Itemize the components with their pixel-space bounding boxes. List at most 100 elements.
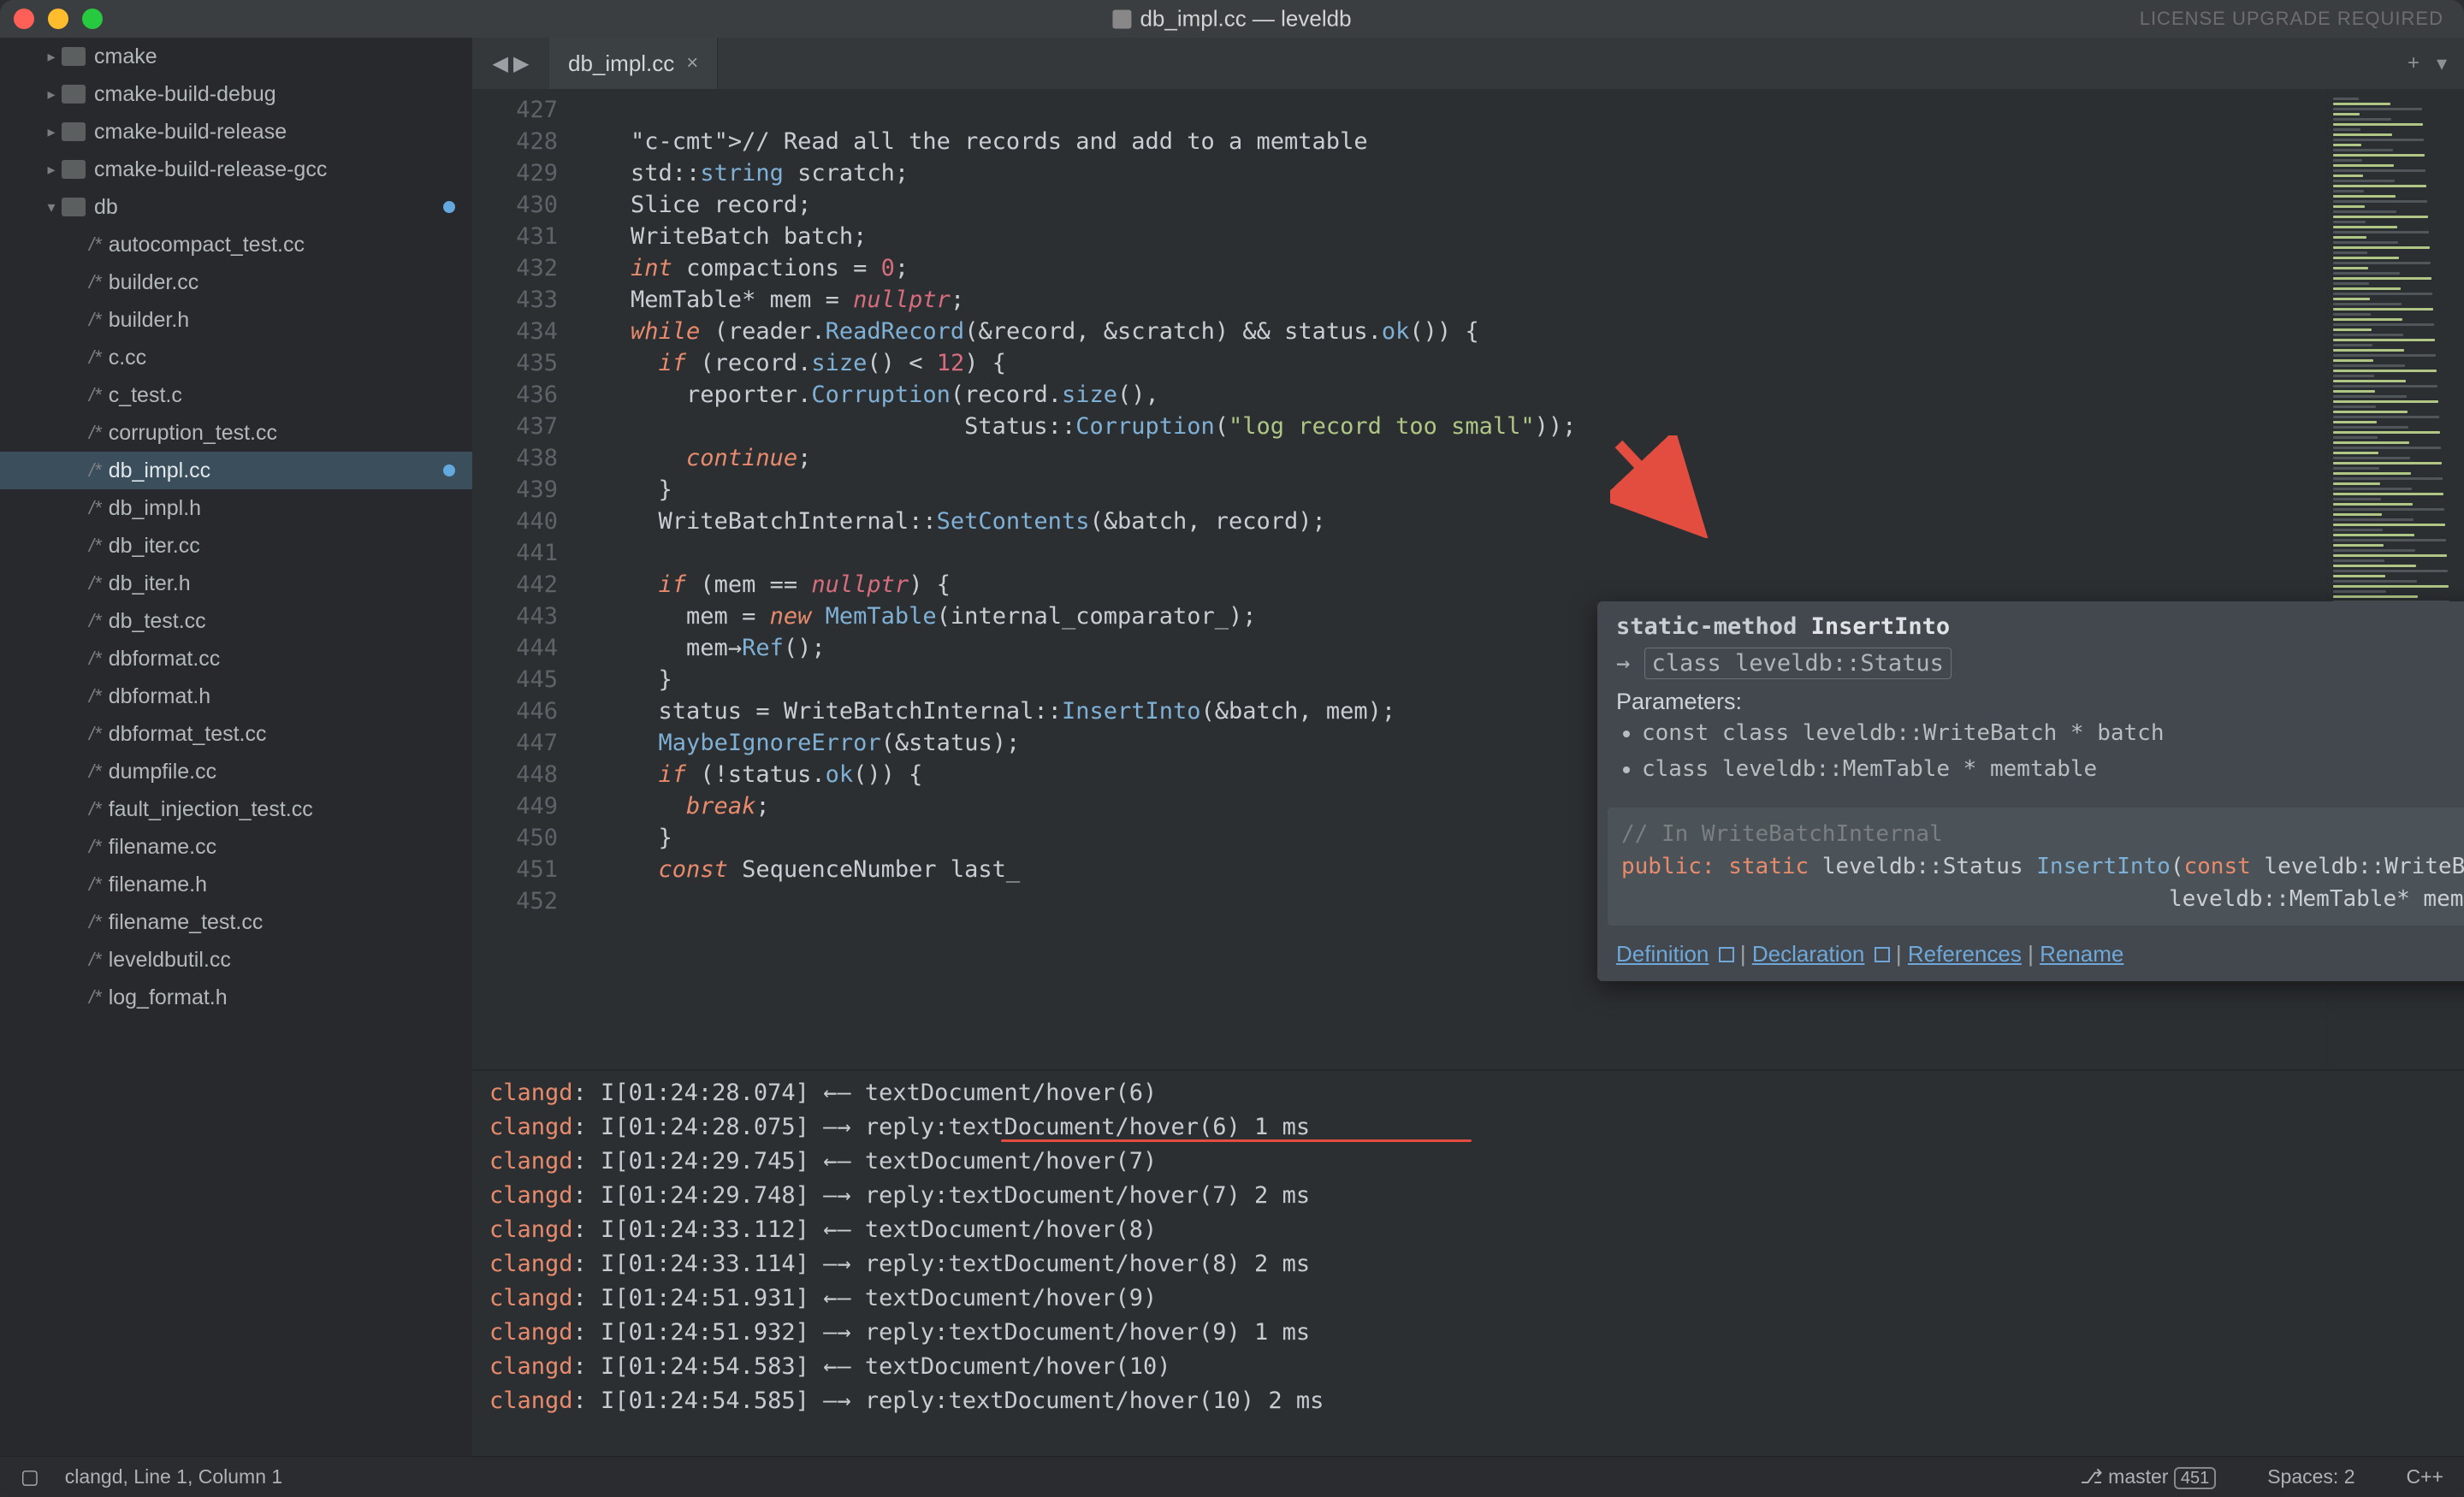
file-leveldbutil.cc[interactable]: /*leveldbutil.cc bbox=[0, 941, 472, 979]
line-number: 428 bbox=[472, 126, 558, 157]
file-dbformat.h[interactable]: /*dbformat.h bbox=[0, 677, 472, 715]
minimap-line bbox=[2333, 436, 2378, 439]
status-indent[interactable]: Spaces: 2 bbox=[2267, 1465, 2354, 1488]
code-line[interactable]: std::string scratch; bbox=[575, 157, 2327, 189]
hover-link-definition[interactable]: Definition bbox=[1616, 941, 1709, 967]
minimap-line bbox=[2333, 128, 2360, 131]
code-line[interactable]: if (mem == nullptr) { bbox=[575, 569, 2327, 601]
minimap-line bbox=[2333, 175, 2363, 177]
line-number: 433 bbox=[472, 284, 558, 316]
code-line[interactable]: continue; bbox=[575, 442, 2327, 474]
tab-db-impl[interactable]: db_impl.cc × bbox=[549, 38, 718, 89]
hover-tooltip: static-method InsertInto → class leveldb… bbox=[1597, 601, 2464, 981]
file-c.cc[interactable]: /*c.cc bbox=[0, 339, 472, 376]
nav-back-icon[interactable]: ◀ bbox=[493, 51, 508, 76]
code-line[interactable]: int compactions = 0; bbox=[575, 252, 2327, 284]
folder-cmake-build-release-gcc[interactable]: ▸cmake-build-release-gcc bbox=[0, 151, 472, 188]
minimap-line bbox=[2333, 241, 2398, 244]
code-line[interactable]: Status::Corruption("log record too small… bbox=[575, 411, 2327, 442]
close-icon[interactable] bbox=[14, 9, 34, 29]
minimap-line bbox=[2333, 411, 2408, 413]
code-line[interactable]: "c-cmt">// Read all the records and add … bbox=[575, 126, 2327, 157]
file-autocompact_test.cc[interactable]: /*autocompact_test.cc bbox=[0, 226, 472, 263]
app-window: db_impl.cc — leveldb LICENSE UPGRADE REQ… bbox=[0, 0, 2464, 1497]
code-line[interactable]: reporter.Corruption(record.size(), bbox=[575, 379, 2327, 411]
hover-return: → class leveldb::Status bbox=[1597, 645, 2464, 682]
new-tab-icon[interactable]: + bbox=[2408, 51, 2420, 75]
line-number-gutter: 4274284294304314324334344354364374384394… bbox=[472, 89, 575, 1069]
minimap-line bbox=[2333, 493, 2443, 495]
minimap-line bbox=[2333, 267, 2368, 269]
disclosure-icon: ▸ bbox=[41, 161, 62, 179]
minimap-line bbox=[2333, 539, 2446, 541]
line-number: 432 bbox=[472, 252, 558, 284]
code-line[interactable] bbox=[575, 537, 2327, 569]
status-branch[interactable]: ⎇ master 451 bbox=[2080, 1465, 2216, 1488]
file-type-icon: /* bbox=[89, 572, 102, 595]
code-line[interactable]: } bbox=[575, 474, 2327, 506]
file-db_iter.h[interactable]: /*db_iter.h bbox=[0, 565, 472, 602]
hover-link-rename[interactable]: Rename bbox=[2040, 941, 2123, 967]
hover-link-declaration[interactable]: Declaration bbox=[1752, 941, 1865, 967]
file-db_iter.cc[interactable]: /*db_iter.cc bbox=[0, 527, 472, 565]
file-label: db_test.cc bbox=[109, 609, 206, 634]
file-dbformat_test.cc[interactable]: /*dbformat_test.cc bbox=[0, 715, 472, 753]
status-language[interactable]: C++ bbox=[2407, 1465, 2443, 1488]
file-filename.cc[interactable]: /*filename.cc bbox=[0, 828, 472, 866]
code-line[interactable]: MemTable* mem = nullptr; bbox=[575, 284, 2327, 316]
file-log_format.h[interactable]: /*log_format.h bbox=[0, 979, 472, 1016]
sidebar[interactable]: ▸cmake▸cmake-build-debug▸cmake-build-rel… bbox=[0, 38, 472, 1456]
minimap-line bbox=[2333, 262, 2431, 264]
log-line: clangd: I[01:24:54.585] —→ reply:textDoc… bbox=[489, 1384, 2447, 1418]
code-line[interactable]: WriteBatch batch; bbox=[575, 221, 2327, 252]
file-filename.h[interactable]: /*filename.h bbox=[0, 866, 472, 903]
file-db_test.cc[interactable]: /*db_test.cc bbox=[0, 602, 472, 640]
code-line[interactable]: Slice record; bbox=[575, 189, 2327, 221]
minimap-line bbox=[2333, 154, 2425, 157]
folder-cmake-build-release[interactable]: ▸cmake-build-release bbox=[0, 113, 472, 151]
hover-params-label: Parameters: bbox=[1616, 689, 2464, 715]
folder-cmake[interactable]: ▸cmake bbox=[0, 38, 472, 75]
minimap-line bbox=[2333, 133, 2392, 136]
minimap-line bbox=[2333, 113, 2360, 115]
file-dumpfile.cc[interactable]: /*dumpfile.cc bbox=[0, 753, 472, 790]
status-cursor[interactable]: clangd, Line 1, Column 1 bbox=[65, 1465, 282, 1488]
close-tab-icon[interactable]: × bbox=[686, 51, 698, 75]
editor[interactable]: 4274284294304314324334344354364374384394… bbox=[472, 89, 2464, 1069]
code-line[interactable]: WriteBatchInternal::SetContents(&batch, … bbox=[575, 506, 2327, 537]
nav-forward-icon[interactable]: ▶ bbox=[513, 51, 529, 76]
console-panel[interactable]: clangd: I[01:24:28.074] ←— textDocument/… bbox=[472, 1069, 2464, 1456]
code-line[interactable]: if (record.size() < 12) { bbox=[575, 347, 2327, 379]
line-number: 442 bbox=[472, 569, 558, 601]
file-fault_injection_test.cc[interactable]: /*fault_injection_test.cc bbox=[0, 790, 472, 828]
line-number: 434 bbox=[472, 316, 558, 347]
minimap-line bbox=[2333, 221, 2366, 223]
line-number: 452 bbox=[472, 885, 558, 917]
file-type-icon: /* bbox=[89, 309, 102, 331]
minimap-line bbox=[2333, 426, 2408, 429]
maximize-icon[interactable] bbox=[82, 9, 103, 29]
file-builder.cc[interactable]: /*builder.cc bbox=[0, 263, 472, 301]
line-number: 444 bbox=[472, 632, 558, 664]
minimap-line bbox=[2333, 323, 2434, 326]
status-outline-icon[interactable]: ▢ bbox=[21, 1465, 39, 1488]
file-db_impl.cc[interactable]: /*db_impl.cc bbox=[0, 452, 472, 489]
code-line[interactable]: while (reader.ReadRecord(&record, &scrat… bbox=[575, 316, 2327, 347]
license-warning[interactable]: LICENSE UPGRADE REQUIRED bbox=[2140, 8, 2443, 30]
file-filename_test.cc[interactable]: /*filename_test.cc bbox=[0, 903, 472, 941]
minimize-icon[interactable] bbox=[48, 9, 68, 29]
code-line[interactable] bbox=[575, 94, 2327, 126]
file-corruption_test.cc[interactable]: /*corruption_test.cc bbox=[0, 414, 472, 452]
minimap-line bbox=[2333, 400, 2438, 403]
hover-link-references[interactable]: References bbox=[1908, 941, 2022, 967]
folder-cmake-build-debug[interactable]: ▸cmake-build-debug bbox=[0, 75, 472, 113]
file-builder.h[interactable]: /*builder.h bbox=[0, 301, 472, 339]
minimap-line bbox=[2333, 370, 2437, 372]
minimap-line bbox=[2333, 190, 2364, 192]
folder-db[interactable]: ▾db bbox=[0, 188, 472, 226]
file-dbformat.cc[interactable]: /*dbformat.cc bbox=[0, 640, 472, 677]
tab-menu-icon[interactable]: ▾ bbox=[2437, 51, 2447, 76]
file-c_test.c[interactable]: /*c_test.c bbox=[0, 376, 472, 414]
line-number: 436 bbox=[472, 379, 558, 411]
file-db_impl.h[interactable]: /*db_impl.h bbox=[0, 489, 472, 527]
